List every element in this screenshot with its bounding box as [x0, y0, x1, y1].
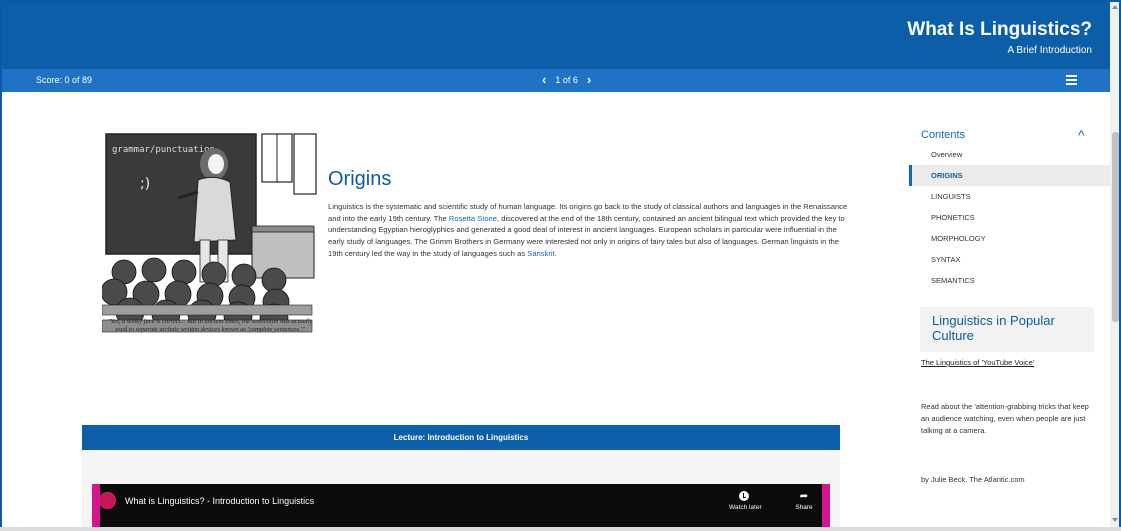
scroll-down-arrow-icon[interactable]: [1112, 518, 1118, 522]
chevron-right-icon[interactable]: ›: [587, 72, 591, 87]
cartoon-caption: "Yes, a winky face is correct... But in …: [107, 318, 313, 333]
video-accent-left: [92, 484, 100, 529]
horizontal-scrollbar-track: [0, 527, 1121, 531]
blackboard-text: grammar/punctuation: [112, 145, 215, 155]
popular-culture-byline: by Julie Beck, The Atlantic.com: [921, 475, 1025, 484]
clock-icon: [739, 491, 749, 501]
contents-item-origins[interactable]: ORIGINS: [909, 165, 1110, 186]
section-heading: Origins: [328, 168, 392, 190]
popular-culture-heading: Linguistics in Popular Culture: [932, 313, 1055, 343]
pager: ‹ 1 of 6 ›: [542, 72, 591, 87]
course-title: What Is Linguistics?: [907, 19, 1092, 40]
lecture-title-bar: Lecture: Introduction to Linguistics: [82, 425, 840, 450]
scroll-thumb[interactable]: [1112, 132, 1119, 322]
share-label: Share: [795, 504, 813, 511]
nav-bar: Score: 0 of 89 ‹ 1 of 6 ›: [2, 69, 1110, 92]
hamburger-menu-icon[interactable]: [1066, 75, 1077, 85]
share-arrow-icon: ➦: [799, 491, 809, 502]
contents-item-overview[interactable]: Overview: [909, 144, 1110, 165]
chevron-left-icon[interactable]: ‹: [542, 72, 546, 87]
video-player[interactable]: What is Linguistics? - Introduction to L…: [92, 484, 830, 529]
popular-culture-description: Read about the 'attention-grabbing trick…: [921, 402, 1089, 435]
course-subtitle: A Brief Introduction: [1007, 45, 1093, 56]
channel-avatar-icon[interactable]: [99, 492, 116, 509]
watch-later-label: Watch later: [729, 504, 762, 511]
contents-list: Overview ORIGINS LINGUISTS PHONETICS MOR…: [909, 144, 1110, 291]
share-button[interactable]: ➦ Share: [792, 491, 816, 511]
scroll-up-arrow-icon[interactable]: [1112, 5, 1118, 9]
app-window: What Is Linguistics? A Brief Introductio…: [0, 0, 1121, 531]
contents-item-syntax[interactable]: SYNTAX: [909, 249, 1110, 270]
sanskrit-link[interactable]: Sanskrit: [527, 249, 554, 258]
contents-item-semantics[interactable]: SEMANTICS: [909, 270, 1110, 291]
contents-title: Contents: [921, 129, 966, 141]
chevron-up-icon[interactable]: ^: [1078, 128, 1085, 142]
watch-later-button[interactable]: Watch later: [729, 491, 762, 511]
contents-item-morphology[interactable]: MORPHOLOGY: [909, 228, 1110, 249]
score-display: Score: 0 of 89: [36, 75, 93, 85]
video-accent-right: [822, 484, 830, 529]
section-body: Linguistics is the systematic and scient…: [328, 201, 848, 260]
cartoon-image: grammar/punctuation ;): [102, 130, 320, 375]
contents-item-phonetics[interactable]: PHONETICS: [909, 207, 1110, 228]
body-text: .: [554, 248, 557, 258]
page-indicator: 1 of 6: [555, 74, 578, 85]
video-title[interactable]: What is Linguistics? - Introduction to L…: [125, 496, 314, 506]
winky-face-drawing: ;): [140, 176, 150, 192]
contents-item-linguists[interactable]: LINGUISTS: [909, 186, 1110, 207]
youtube-voice-article-link[interactable]: The Linguistics of 'YouTube Voice': [921, 358, 1034, 367]
vertical-scrollbar[interactable]: [1110, 2, 1119, 529]
course-header: What Is Linguistics? A Brief Introductio…: [2, 2, 1110, 69]
rosetta-stone-link[interactable]: Rosetta Stone: [449, 214, 497, 223]
